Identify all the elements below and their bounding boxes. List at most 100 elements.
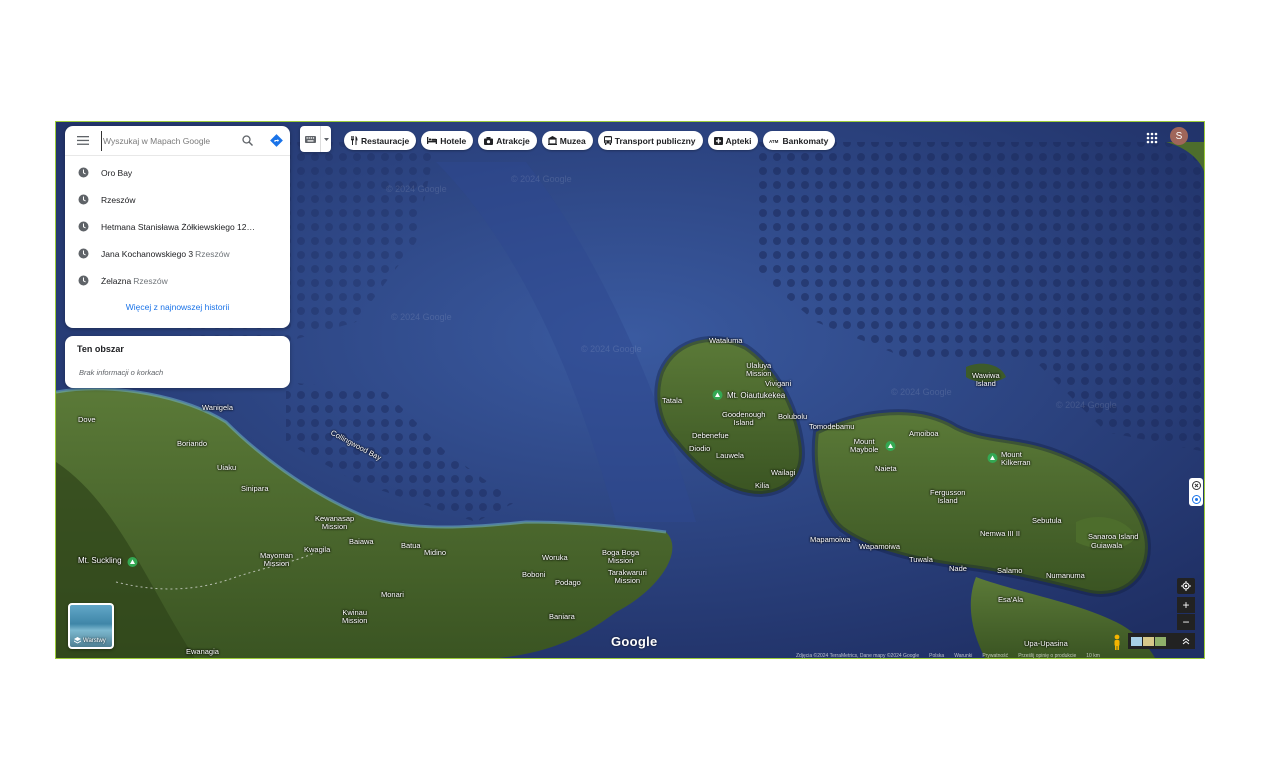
- chip-transit[interactable]: Transport publiczny: [597, 131, 703, 150]
- place-label[interactable]: Wailagi: [771, 469, 795, 477]
- history-item[interactable]: Jana Kochanowskiego 3 Rzeszów: [65, 240, 290, 267]
- place-label[interactable]: Batua: [401, 542, 421, 550]
- terrain-thumb-icon[interactable]: [1143, 636, 1154, 646]
- history-item[interactable]: Oro Bay: [65, 159, 290, 186]
- history-item[interactable]: Żelazna Rzeszów: [65, 267, 290, 294]
- place-label[interactable]: Nade: [949, 565, 967, 573]
- privacy-link[interactable]: Prywatność: [982, 653, 1008, 658]
- mountain-pin-icon[interactable]: [987, 452, 998, 464]
- place-label[interactable]: Mt. Oiautukekea: [727, 391, 785, 400]
- map-viewport[interactable]: © 2024 Google © 2024 Google © 2024 Googl…: [55, 121, 1205, 659]
- chip-hotels[interactable]: Hotele: [421, 131, 474, 150]
- mountain-pin-icon[interactable]: [712, 389, 723, 401]
- place-label[interactable]: Bolubolu: [778, 413, 807, 421]
- chip-atms[interactable]: ATM Bankomaty: [763, 131, 836, 150]
- place-label[interactable]: Woruka: [542, 554, 568, 562]
- place-label[interactable]: Midino: [424, 549, 446, 557]
- place-label[interactable]: Mount Kilkerran: [1001, 451, 1031, 467]
- place-label[interactable]: Sebutula: [1032, 517, 1062, 525]
- place-label[interactable]: Diodio: [689, 445, 710, 453]
- place-label[interactable]: Mount Maybole: [850, 438, 878, 454]
- place-label[interactable]: Nemwa III II: [980, 530, 1020, 538]
- input-tools-button[interactable]: [300, 126, 331, 152]
- place-label[interactable]: Podago: [555, 579, 581, 587]
- place-label[interactable]: Fergusson Island: [930, 489, 965, 505]
- place-label[interactable]: Mapamoiwa: [810, 536, 850, 544]
- more-history-link[interactable]: Więcej z najnowszej historii: [65, 302, 290, 312]
- place-label[interactable]: Watalumа: [709, 337, 742, 345]
- place-label[interactable]: Mayoman Mission: [260, 552, 293, 568]
- place-label[interactable]: Wawiwa Island: [972, 372, 1000, 388]
- place-label[interactable]: Sanaroa Island: [1088, 533, 1138, 541]
- map-thumb-icon[interactable]: [1131, 636, 1142, 646]
- search-input[interactable]: [101, 130, 232, 151]
- layers-button[interactable]: Warstwy: [68, 603, 114, 649]
- place-label[interactable]: Boriando: [177, 440, 207, 448]
- history-item[interactable]: Rzeszów: [65, 186, 290, 213]
- zoom-out-button[interactable]: −: [1177, 614, 1195, 630]
- place-label[interactable]: Goodenough Island: [722, 411, 765, 427]
- place-label[interactable]: Guiawala: [1091, 542, 1122, 550]
- place-label[interactable]: Mt. Suckling: [78, 556, 122, 565]
- place-label[interactable]: Salamo: [997, 567, 1022, 575]
- terms-link[interactable]: Warunki: [954, 653, 972, 658]
- place-label[interactable]: Naieta: [875, 465, 897, 473]
- history-item[interactable]: Hetmana Stanisława Żółkiewskiego 12 R...: [65, 213, 290, 240]
- zoom-in-button[interactable]: +: [1177, 597, 1195, 613]
- place-label[interactable]: Esa'Ala: [998, 596, 1023, 604]
- place-label[interactable]: Baiawa: [349, 538, 374, 546]
- place-label[interactable]: Vivigani: [765, 380, 791, 388]
- place-label[interactable]: Numanuma: [1046, 572, 1085, 580]
- place-label[interactable]: Boboni: [522, 571, 545, 579]
- place-label[interactable]: Kilia: [755, 482, 769, 490]
- place-label[interactable]: Tomodebamu: [809, 423, 854, 431]
- expand-controls-button[interactable]: [1177, 633, 1195, 649]
- chip-pharmacies[interactable]: Apteki: [707, 131, 759, 150]
- dropdown-arrow-icon[interactable]: [321, 137, 331, 141]
- place-label[interactable]: Ewanagia: [186, 648, 219, 656]
- place-label[interactable]: Boga Boga Mission: [602, 549, 639, 565]
- map-type-thumbnails[interactable]: [1128, 633, 1178, 649]
- place-label[interactable]: Debenefue: [692, 432, 729, 440]
- place-label[interactable]: Uiaku: [217, 464, 236, 472]
- place-label[interactable]: Dove: [78, 416, 96, 424]
- place-label[interactable]: Monari: [381, 591, 404, 599]
- place-label[interactable]: Kwagila: [304, 546, 330, 554]
- place-label[interactable]: Tuwala: [909, 556, 933, 564]
- street-view-pegman-icon[interactable]: [1110, 634, 1124, 650]
- my-location-button[interactable]: [1177, 578, 1195, 594]
- mountain-pin-icon[interactable]: [885, 440, 896, 452]
- plus-icon: +: [1182, 598, 1190, 612]
- place-label[interactable]: Tarakwaruri Mission: [608, 569, 647, 585]
- chip-restaurants[interactable]: Restauracje: [344, 131, 417, 150]
- country-link[interactable]: Polska: [929, 653, 944, 658]
- fork-knife-icon: [350, 136, 358, 145]
- place-label[interactable]: Amoiboa: [909, 430, 939, 438]
- mountain-pin-icon[interactable]: [127, 556, 138, 568]
- place-label[interactable]: Wanigela: [202, 404, 233, 412]
- place-label[interactable]: Kewanasap Mission: [315, 515, 354, 531]
- account-avatar[interactable]: S: [1170, 127, 1188, 145]
- place-label[interactable]: Kwinau Mission: [342, 609, 367, 625]
- traffic-thumb-icon[interactable]: [1155, 636, 1166, 646]
- close-circle-icon[interactable]: [1191, 480, 1201, 490]
- clock-icon: [65, 167, 101, 178]
- place-label[interactable]: Baniara: [549, 613, 575, 621]
- directions-icon[interactable]: [262, 126, 290, 156]
- category-chips: Restauracje Hotele Atrakcje Muzea Transp…: [344, 131, 836, 150]
- info-circle-icon[interactable]: [1191, 494, 1201, 504]
- hamburger-menu-icon[interactable]: [65, 126, 101, 156]
- place-label[interactable]: Ulaluya Mission: [746, 362, 771, 378]
- place-label[interactable]: Upa-Upasina: [1024, 640, 1068, 648]
- place-label[interactable]: Sinipara: [241, 485, 269, 493]
- search-icon[interactable]: [232, 126, 262, 156]
- feedback-link[interactable]: Prześlij opinię o produkcie: [1018, 653, 1076, 658]
- place-label[interactable]: Tatala: [662, 397, 682, 405]
- side-controls[interactable]: [1189, 478, 1203, 506]
- place-label[interactable]: Wapamoiwa: [859, 543, 900, 551]
- google-apps-icon[interactable]: [1146, 131, 1158, 144]
- chip-museums[interactable]: Muzea: [541, 131, 593, 150]
- place-label[interactable]: Lauwela: [716, 452, 744, 460]
- chip-attractions[interactable]: Atrakcje: [478, 131, 537, 150]
- layers-icon: [74, 637, 81, 644]
